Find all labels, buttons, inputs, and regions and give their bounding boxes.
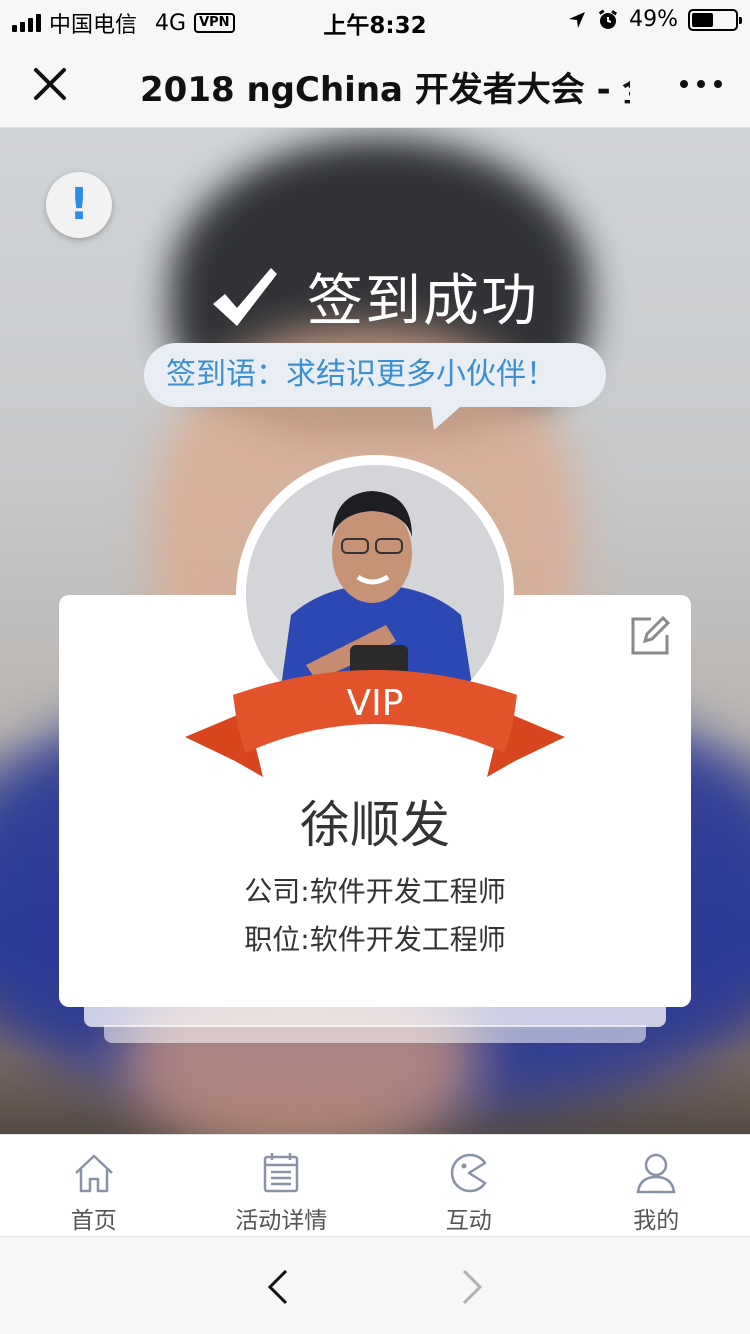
tab-label: 互动 [445,1208,492,1234]
tab-mine[interactable]: 我的 [563,1135,750,1236]
browser-toolbar [0,1236,750,1334]
home-icon [74,1154,113,1193]
navigation-bar: 2018 ngChina 开发者大会 - 全 [0,40,750,128]
position-text: 职位:软件开发工程师 [244,923,506,956]
close-icon[interactable] [30,64,70,104]
user-icon [636,1153,676,1194]
battery-percent: 49% [629,7,678,32]
calendar-icon [264,1153,299,1193]
tab-label: 我的 [633,1208,680,1234]
tab-event-details[interactable]: 活动详情 [188,1135,376,1236]
info-button[interactable]: ! [46,172,112,238]
checkin-success: 签到成功 [0,256,750,337]
edit-icon[interactable] [629,615,671,657]
status-bar: 中国电信 4G VPN 上午8:32 49% [0,0,750,40]
chat-icon [450,1153,486,1193]
battery-icon [688,8,742,31]
alarm-icon [598,8,618,29]
more-icon[interactable] [680,80,722,88]
tab-home[interactable]: 首页 [0,1135,188,1236]
back-arrow-icon[interactable] [262,1267,292,1307]
tab-label: 活动详情 [235,1208,328,1234]
tab-bar: 首页 活动详情 互动 我的 [0,1134,750,1236]
vip-badge: VIP [346,683,404,724]
page-title: 2018 ngChina 开发者大会 - 全 [140,70,630,110]
attendee-name: 徐顺发 [300,796,450,854]
forward-arrow-icon[interactable] [458,1267,488,1307]
success-text: 签到成功 [307,269,539,334]
company-text: 公司:软件开发工程师 [244,875,506,908]
bubble-tail [430,400,468,430]
checkmark-icon [213,267,277,326]
location-icon [569,11,586,28]
tab-label: 首页 [70,1208,117,1234]
checkin-message-bubble: 签到语：求结识更多小伙伴！ [144,343,606,407]
tab-interaction[interactable]: 互动 [375,1135,563,1236]
